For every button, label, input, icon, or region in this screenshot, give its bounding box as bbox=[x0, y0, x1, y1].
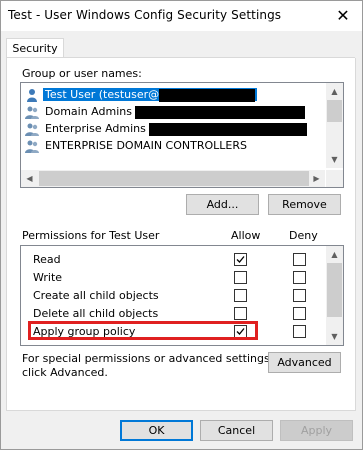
redaction bbox=[149, 122, 308, 136]
permission-name: Read bbox=[33, 253, 61, 266]
permissions-label: Permissions for Test User bbox=[22, 229, 160, 242]
table-row: Create all child objects bbox=[21, 287, 325, 305]
list-item[interactable]: Domain Admins bbox=[23, 104, 323, 120]
groups-listbox[interactable]: Test User (testuser@ Domain Admins Enter… bbox=[20, 82, 344, 188]
user-icon bbox=[27, 89, 37, 102]
close-icon[interactable]: ✕ bbox=[330, 3, 356, 29]
groups-vertical-scrollbar[interactable]: ▲ ▼ bbox=[326, 83, 343, 168]
group-name: ENTERPRISE DOMAIN CONTROLLERS bbox=[45, 139, 247, 152]
group-icon bbox=[25, 106, 39, 119]
list-item[interactable]: Enterprise Admins bbox=[23, 121, 323, 137]
list-item[interactable]: Test User (testuser@ bbox=[23, 87, 323, 103]
scroll-up-icon[interactable]: ▲ bbox=[326, 246, 343, 263]
advanced-note-line1: For special permissions or advanced sett… bbox=[22, 352, 274, 365]
deny-checkbox[interactable] bbox=[293, 307, 306, 320]
allow-checkbox[interactable] bbox=[234, 253, 247, 266]
advanced-note-line2: click Advanced. bbox=[22, 366, 108, 379]
scroll-thumb[interactable] bbox=[327, 100, 342, 122]
group-icon bbox=[25, 140, 39, 153]
deny-checkbox[interactable] bbox=[293, 289, 306, 302]
deny-checkbox[interactable] bbox=[293, 271, 306, 284]
groups-label: Group or user names: bbox=[22, 67, 142, 80]
scroll-up-icon[interactable]: ▲ bbox=[326, 83, 343, 100]
scroll-down-icon[interactable]: ▼ bbox=[326, 328, 343, 345]
scroll-down-icon[interactable]: ▼ bbox=[326, 151, 343, 168]
allow-checkbox[interactable] bbox=[234, 271, 247, 284]
cancel-button[interactable]: Cancel bbox=[200, 420, 273, 441]
title-bar: Test - User Windows Config Security Sett… bbox=[1, 1, 362, 31]
scroll-thumb[interactable] bbox=[327, 263, 342, 317]
apply-button[interactable]: Apply bbox=[280, 420, 353, 441]
list-item[interactable]: ENTERPRISE DOMAIN CONTROLLERS bbox=[23, 138, 323, 154]
permission-name: Write bbox=[33, 271, 63, 284]
highlight-box bbox=[28, 321, 258, 340]
allow-checkbox[interactable] bbox=[234, 289, 247, 302]
ok-button[interactable]: OK bbox=[120, 420, 193, 441]
allow-header: Allow bbox=[231, 229, 261, 242]
groups-horizontal-scrollbar[interactable]: ◀ ▶ bbox=[21, 170, 325, 187]
remove-button[interactable]: Remove bbox=[268, 194, 341, 215]
allow-checkbox[interactable] bbox=[234, 307, 247, 320]
tab-security[interactable]: Security bbox=[6, 38, 64, 59]
group-name: Test User (testuser@ bbox=[45, 88, 160, 101]
window-title: Test - User Windows Config Security Sett… bbox=[8, 8, 282, 22]
scroll-thumb[interactable] bbox=[39, 171, 309, 186]
permissions-vertical-scrollbar[interactable]: ▲ ▼ bbox=[326, 246, 343, 345]
scroll-corner bbox=[326, 170, 343, 187]
table-row: Read bbox=[21, 251, 325, 269]
group-name: Domain Admins bbox=[45, 105, 132, 118]
deny-checkbox[interactable] bbox=[293, 325, 306, 338]
redaction bbox=[159, 88, 256, 102]
permission-name: Delete all child objects bbox=[33, 307, 159, 320]
table-row: Write bbox=[21, 269, 325, 287]
group-icon bbox=[25, 123, 39, 136]
scroll-right-icon[interactable]: ▶ bbox=[308, 170, 325, 187]
redaction bbox=[135, 105, 306, 119]
deny-header: Deny bbox=[289, 229, 318, 242]
deny-checkbox[interactable] bbox=[293, 253, 306, 266]
advanced-button[interactable]: Advanced bbox=[268, 352, 341, 373]
group-name: Enterprise Admins bbox=[45, 122, 146, 135]
add-button[interactable]: Add... bbox=[186, 194, 259, 215]
permission-name: Create all child objects bbox=[33, 289, 159, 302]
scroll-left-icon[interactable]: ◀ bbox=[21, 170, 38, 187]
